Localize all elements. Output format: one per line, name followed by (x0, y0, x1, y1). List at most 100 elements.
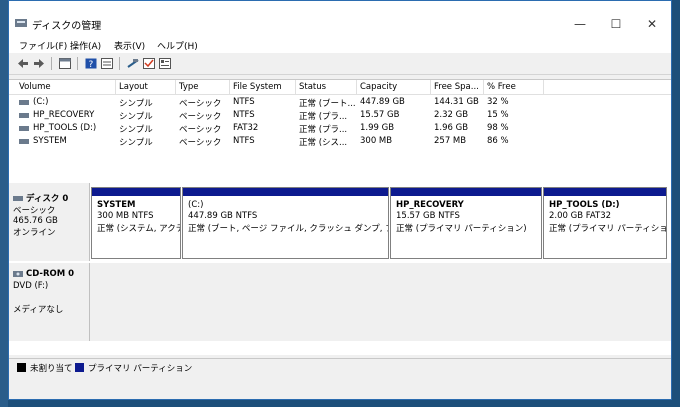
menu-view[interactable]: 表示(V) (114, 39, 145, 52)
legend-bar: 未割り当て プライマリ パーティション (9, 358, 671, 377)
connect-icon[interactable] (127, 58, 139, 69)
help-icon[interactable]: ? (85, 58, 97, 69)
volume-list: Volume Layout Type File System Status Ca… (9, 79, 671, 180)
cell-percent-free: 32 % (487, 97, 509, 107)
cell-status: 正常 (プラ... (299, 125, 348, 135)
minimize-button[interactable]: — (565, 13, 595, 35)
disk-0-state: オンライン (13, 228, 56, 238)
cell-percent-free: 98 % (487, 123, 509, 133)
svg-text:?: ? (89, 60, 94, 69)
cell-free-space: 2.32 GB (434, 110, 469, 120)
menu-bar: ファイル(F) 操作(A) 表示(V) ヘルプ(H) (9, 37, 671, 53)
back-arrow-icon[interactable] (17, 58, 29, 69)
cdrom-0-row: CD-ROM 0 DVD (F:) メディアなし (9, 263, 671, 341)
menu-help[interactable]: ヘルプ(H) (157, 39, 198, 52)
toolbar: ? (9, 54, 671, 75)
column-layout[interactable]: Layout (119, 82, 148, 92)
cell-percent-free: 15 % (487, 110, 509, 120)
column-free-space[interactable]: Free Spa... (434, 82, 479, 92)
partition-status: 正常 (プライマリ パーティション) (549, 224, 667, 234)
cell-layout: シンプル (119, 125, 153, 135)
primary-partition-legend-label: プライマリ パーティション (88, 364, 193, 374)
cdrom-0-name: CD-ROM 0 (25, 269, 75, 279)
table-row[interactable]: HP_TOOLS (D:) シンプル ベーシック FAT32 正常 (プラ...… (9, 122, 671, 135)
cdrom-0-drive: DVD (F:) (13, 281, 49, 291)
column-percent-free[interactable]: % Free (487, 82, 516, 92)
cell-file-system: NTFS (233, 136, 255, 146)
maximize-button[interactable]: ☐ (601, 13, 631, 35)
cell-type: ベーシック (179, 138, 222, 148)
partition-hp-tools[interactable]: HP_TOOLS (D:) 2.00 GB FAT32 正常 (プライマリ パー… (543, 187, 667, 259)
primary-partition-bar (183, 188, 388, 196)
cell-volume: (C:) (33, 97, 49, 107)
cell-layout: シンプル (119, 112, 153, 122)
partition-status: 正常 (ブート, ページ ファイル, クラッシュ ダンプ, プライマリ (188, 224, 388, 234)
cdrom-0-label[interactable]: CD-ROM 0 DVD (F:) メディアなし (9, 263, 90, 341)
partition-system[interactable]: SYSTEM 300 MB NTFS 正常 (システム, アクティ (91, 187, 181, 259)
toolbar-separator (119, 57, 120, 70)
forward-arrow-icon[interactable] (33, 58, 45, 69)
menu-file[interactable]: ファイル(F) (19, 39, 67, 52)
cell-capacity: 447.89 GB (360, 97, 405, 107)
title-bar: ディスクの管理 — ☐ ✕ (9, 1, 671, 41)
partition-c[interactable]: (C:) 447.89 GB NTFS 正常 (ブート, ページ ファイル, ク… (182, 187, 389, 259)
partition-hp-recovery[interactable]: HP_RECOVERY 15.57 GB NTFS 正常 (プライマリ パーティ… (390, 187, 542, 259)
status-bar (9, 377, 671, 399)
unallocated-legend-swatch (17, 363, 26, 372)
disk-0-name: ディスク 0 (25, 194, 69, 204)
menu-action[interactable]: 操作(A) (70, 39, 101, 52)
disk-0-label[interactable]: ディスク 0 ベーシック 465.76 GB オンライン (9, 183, 90, 261)
table-row[interactable]: HP_RECOVERY シンプル ベーシック NTFS 正常 (プラ... 15… (9, 109, 671, 122)
table-row[interactable]: SYSTEM シンプル ベーシック NTFS 正常 (シス... 300 MB … (9, 135, 671, 148)
settings-icon[interactable] (159, 58, 171, 69)
partition-size: 2.00 GB FAT32 (549, 211, 612, 221)
partition-status: 正常 (プライマリ パーティション) (396, 224, 527, 234)
cell-type: ベーシック (179, 99, 222, 109)
column-type[interactable]: Type (179, 82, 199, 92)
partition-size: 15.57 GB NTFS (396, 211, 460, 221)
disk-0-row: ディスク 0 ベーシック 465.76 GB オンライン SYSTEM 300 … (9, 183, 671, 261)
desktop-background (0, 0, 8, 407)
disk-graphical-view: ディスク 0 ベーシック 465.76 GB オンライン SYSTEM 300 … (9, 179, 671, 355)
partition-size: 447.89 GB NTFS (188, 211, 258, 221)
toolbar-separator (77, 57, 78, 70)
partition-status: 正常 (システム, アクティ (97, 224, 180, 234)
toolbar-separator (51, 57, 52, 70)
close-button[interactable]: ✕ (637, 13, 667, 35)
cell-file-system: NTFS (233, 110, 255, 120)
cell-capacity: 15.57 GB (360, 110, 400, 120)
properties-icon[interactable] (59, 58, 71, 69)
disk-management-window: ディスクの管理 — ☐ ✕ ファイル(F) 操作(A) 表示(V) ヘルプ(H)… (8, 0, 672, 400)
disk-management-icon (15, 19, 27, 27)
column-capacity[interactable]: Capacity (360, 82, 397, 92)
partition-name: SYSTEM (97, 200, 136, 210)
primary-partition-bar (544, 188, 666, 196)
window-title: ディスクの管理 (32, 21, 102, 32)
volume-list-header: Volume Layout Type File System Status Ca… (9, 80, 671, 95)
cdrom-icon (13, 271, 23, 277)
cell-type: ベーシック (179, 125, 222, 135)
cell-file-system: FAT32 (233, 123, 259, 133)
cell-status: 正常 (ブート... (299, 99, 355, 109)
cell-layout: シンプル (119, 99, 153, 109)
partition-size: 300 MB NTFS (97, 211, 154, 221)
cell-free-space: 257 MB (434, 136, 467, 146)
view-icon[interactable] (101, 58, 113, 69)
check-icon[interactable] (143, 58, 155, 69)
volume-icon (19, 139, 29, 144)
column-volume[interactable]: Volume (19, 82, 51, 92)
cdrom-0-empty-area (91, 269, 667, 339)
volume-icon (19, 126, 29, 131)
disk-0-type: ベーシック (13, 206, 56, 216)
disk-icon (13, 196, 23, 201)
partition-name: HP_RECOVERY (396, 200, 464, 210)
table-row[interactable]: (C:) シンプル ベーシック NTFS 正常 (ブート... 447.89 G… (9, 96, 671, 109)
disk-0-size: 465.76 GB (13, 216, 58, 226)
cell-file-system: NTFS (233, 97, 255, 107)
cdrom-0-media: メディアなし (13, 305, 64, 315)
cell-status: 正常 (シス... (299, 138, 348, 148)
column-status[interactable]: Status (299, 82, 326, 92)
column-file-system[interactable]: File System (233, 82, 282, 92)
volume-icon (19, 113, 29, 118)
cell-layout: シンプル (119, 138, 153, 148)
